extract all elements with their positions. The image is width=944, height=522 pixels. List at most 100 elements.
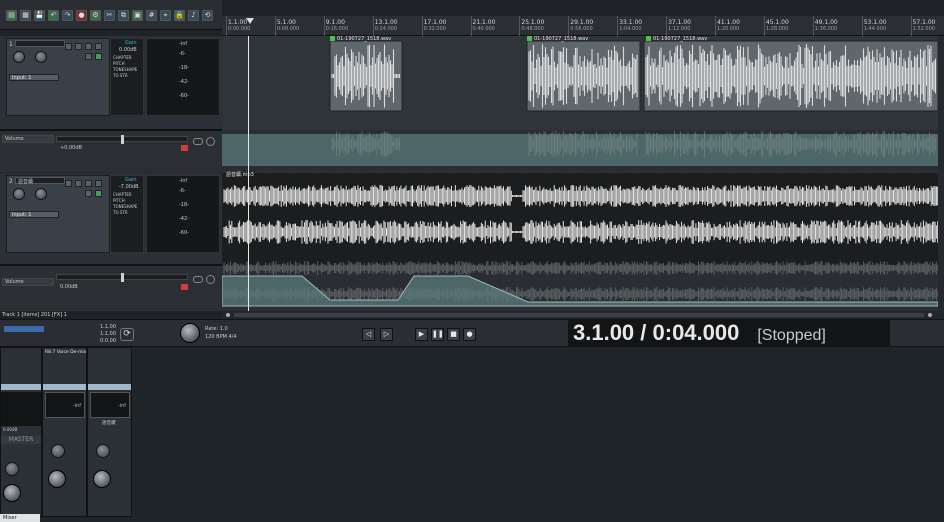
envelope-settings-icon[interactable] <box>206 275 215 284</box>
edit-cursor[interactable] <box>248 36 249 311</box>
master-volume-knob[interactable] <box>3 484 21 502</box>
timeline-ruler[interactable]: 1.1.00 0:00.000 5.1.00 0:08.000 9.1.00 0:16.0… <box>222 16 944 36</box>
fx-item[interactable]: PITCH <box>113 198 125 203</box>
record-arm-button[interactable] <box>65 43 72 50</box>
time-signature[interactable]: 4/4 <box>229 334 237 340</box>
master-pan-knob[interactable] <box>5 462 19 476</box>
envelope-name[interactable]: Volume <box>2 278 54 286</box>
envelope-bypass-icon[interactable] <box>193 276 203 283</box>
track-2-header[interactable]: 2 語音續 Input: 1 Gain -7.00dB CHAPTER PITC… <box>0 173 222 265</box>
strip-volume-knob[interactable] <box>48 470 66 488</box>
metronome-icon[interactable]: ♪ <box>188 10 199 21</box>
rate-value[interactable]: 1.0 <box>220 326 228 332</box>
refresh-icon[interactable]: ⟳ <box>120 328 134 341</box>
fader-thumb[interactable] <box>121 273 124 282</box>
track-name-field[interactable] <box>15 40 65 47</box>
save-icon[interactable]: 💾 <box>34 10 45 21</box>
record-button[interactable]: ● <box>463 328 476 341</box>
grid-icon[interactable]: # <box>146 10 157 21</box>
mixer-strip-2[interactable]: -inf 語音續 <box>87 347 132 517</box>
tempo-area[interactable]: Rate: 1.0 120 BPM 4/4 <box>205 325 237 341</box>
pan-knob[interactable] <box>35 51 47 63</box>
env-button[interactable] <box>95 53 102 60</box>
track-1-fx-chain[interactable]: Gain 0.00dB CHAPTER PITCH TONESHAPE TO S… <box>110 38 144 116</box>
selection-info[interactable]: 1.1.00 1.1.00 0.0.00 <box>80 324 116 345</box>
mute-button[interactable] <box>75 43 82 50</box>
fx-item[interactable]: PITCH <box>113 61 125 66</box>
stop-button[interactable]: ■ <box>447 328 460 341</box>
undo-icon[interactable]: ↶ <box>48 10 59 21</box>
volume-knob[interactable] <box>13 188 25 200</box>
master-strip[interactable]: 0.00dB MASTER <box>0 347 42 517</box>
strip-fx-label[interactable]: R8.7 Voice De-mix <box>45 350 86 355</box>
arrange-canvas[interactable] <box>222 36 938 311</box>
solo-button[interactable] <box>85 180 92 187</box>
solo-button[interactable] <box>85 43 92 50</box>
snap-icon[interactable]: ⌖ <box>160 10 171 21</box>
envelope-fader[interactable] <box>56 135 188 144</box>
open-icon[interactable]: ▦ <box>20 10 31 21</box>
input-select[interactable]: Input: 1 <box>9 211 59 218</box>
pan-knob[interactable] <box>35 188 47 200</box>
bpm-value[interactable]: 120 <box>205 334 215 340</box>
selection-length[interactable]: 0.0.00 <box>80 338 116 345</box>
envelope-fader[interactable] <box>56 273 188 282</box>
vertical-scrollbar[interactable] <box>938 36 944 311</box>
envelope-bypass-icon[interactable] <box>193 138 203 145</box>
zoom-out-icon[interactable] <box>226 313 230 317</box>
fx-button[interactable] <box>95 180 102 187</box>
arm-envelope-button[interactable] <box>181 284 188 290</box>
selection-start[interactable]: 1.1.00 <box>80 324 116 331</box>
fx-item[interactable]: TO STR <box>113 210 128 215</box>
go-to-end-button[interactable]: ▷ <box>380 328 393 341</box>
zoom-in-icon[interactable] <box>928 313 932 317</box>
fx-item[interactable]: CHAPTER <box>113 55 132 60</box>
strip-fx-box[interactable]: -inf <box>45 392 85 418</box>
strip-volume-knob[interactable] <box>93 470 111 488</box>
lock-icon[interactable]: 🔒 <box>174 10 185 21</box>
record-icon[interactable]: ● <box>76 10 87 21</box>
envelope-lane-2[interactable]: Volume 0.00dB <box>0 265 222 311</box>
strip-pan-knob[interactable] <box>96 444 110 458</box>
selection-end[interactable]: 1.1.00 <box>80 331 116 338</box>
fx-item[interactable]: TO STR <box>113 73 128 78</box>
track-2-fx-chain[interactable]: Gain -7.00dB CHAPTER PITCH TONESHAPE TO … <box>110 175 144 253</box>
arm-envelope-button[interactable] <box>181 145 188 151</box>
envelope-settings-icon[interactable] <box>206 137 215 146</box>
horizontal-scrollbar[interactable] <box>222 311 944 319</box>
redo-icon[interactable]: ↷ <box>62 10 73 21</box>
render-icon[interactable]: ⚙ <box>90 10 101 21</box>
track-name-field[interactable]: 語音續 <box>15 177 65 185</box>
mixer-tab[interactable]: Mixer <box>0 514 40 522</box>
scroll-thumb[interactable] <box>234 313 924 317</box>
mixer-strip-1[interactable]: R8.7 Voice De-mix -inf <box>42 347 87 517</box>
volume-knob[interactable] <box>13 51 25 63</box>
playhead-marker[interactable] <box>246 18 254 24</box>
play-button[interactable]: ▶ <box>415 328 428 341</box>
loop-icon[interactable]: ⟲ <box>202 10 213 21</box>
envelope-name[interactable]: Volume <box>2 135 54 143</box>
io-button[interactable] <box>85 53 92 60</box>
input-select[interactable]: Input: 1 <box>9 74 59 81</box>
track-1-header[interactable]: 1 Input: 1 Gain 0.00dB CHAPTER PITCH TON… <box>0 36 222 130</box>
master-playrate-knob[interactable] <box>180 323 200 343</box>
fx-button[interactable] <box>95 43 102 50</box>
envelope-lane-1[interactable]: Volume +0.00dB <box>0 130 222 172</box>
cut-icon[interactable]: ✂ <box>104 10 115 21</box>
fx-item[interactable]: CHAPTER <box>113 192 132 197</box>
fx-item[interactable]: TONESHAPE <box>113 204 137 209</box>
env-button[interactable] <box>95 190 102 197</box>
paste-icon[interactable]: ▣ <box>132 10 143 21</box>
strip-pan-knob[interactable] <box>51 444 65 458</box>
strip-fx-box[interactable]: -inf <box>90 392 130 418</box>
io-button[interactable] <box>85 190 92 197</box>
mute-button[interactable] <box>75 180 82 187</box>
go-to-start-button[interactable]: ◁ <box>362 328 375 341</box>
copy-icon[interactable]: ⧉ <box>118 10 129 21</box>
arrange-view[interactable]: 01-190727_1518.wav 01-190727_1518.wav 01… <box>222 36 938 311</box>
fader-thumb[interactable] <box>121 135 124 144</box>
new-project-icon[interactable]: ▤ <box>6 10 17 21</box>
record-arm-button[interactable] <box>65 180 72 187</box>
pause-button[interactable]: ❚❚ <box>431 328 444 341</box>
fx-item[interactable]: TONESHAPE <box>113 67 137 72</box>
